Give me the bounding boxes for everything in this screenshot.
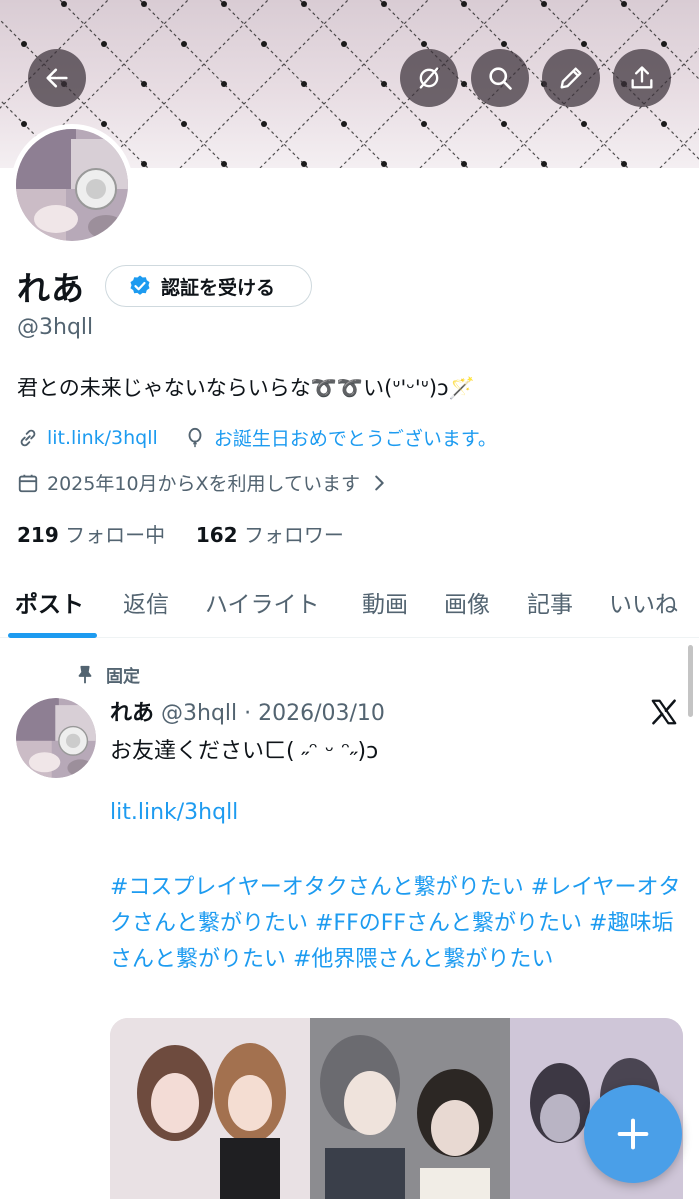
get-verified-button[interactable]: 認証を受ける bbox=[105, 265, 312, 307]
post-hashtags[interactable]: #コスプレイヤーオタクさんと繋がりたい #レイヤーオタクさんと繋がりたい #FF… bbox=[110, 870, 688, 978]
edit-pencil-icon bbox=[560, 67, 582, 89]
profile-bio: 君との未来じゃないならいらな➰➰い(ᐡ'ᵕ'ᐡ)ɔ🪄 bbox=[17, 376, 475, 400]
balloon-icon bbox=[188, 427, 202, 447]
share-upload-icon bbox=[631, 66, 653, 89]
back-arrow-icon bbox=[46, 68, 68, 88]
followers-link[interactable]: 162 フォロワー bbox=[196, 523, 344, 547]
post-avatar[interactable] bbox=[16, 698, 96, 778]
post-header: れあ @3hqll · 2026/03/10 bbox=[110, 695, 385, 727]
active-tab-indicator bbox=[8, 633, 97, 638]
profile-name: れあ bbox=[17, 269, 85, 308]
search-button[interactable] bbox=[471, 49, 529, 107]
pin-icon bbox=[78, 665, 92, 683]
follow-stats: 219 フォロー中 162 フォロワー bbox=[17, 519, 344, 548]
x-logo-icon[interactable] bbox=[648, 697, 680, 727]
chevron-right-icon bbox=[375, 475, 384, 490]
tab-highlights[interactable]: ハイライト bbox=[205, 585, 320, 619]
profile-joined: 2025年10月からXを利用しています bbox=[47, 473, 360, 495]
link-icon bbox=[20, 429, 36, 446]
profile-birthday[interactable]: お誕生日おめでとうございます。 bbox=[214, 424, 497, 451]
edit-profile-button[interactable] bbox=[542, 49, 600, 107]
followers-count: 162 bbox=[195, 523, 238, 547]
post-handle-date: @3hqll · 2026/03/10 bbox=[161, 701, 385, 726]
joined-row[interactable]: 2025年10月からXを利用しています bbox=[17, 469, 398, 496]
following-label: フォロー中 bbox=[65, 523, 166, 547]
grok-icon bbox=[419, 67, 439, 89]
profile-handle: @3hqll bbox=[17, 315, 94, 340]
verified-badge-icon bbox=[130, 275, 150, 295]
profile-link[interactable]: lit.link/3hqll bbox=[47, 427, 158, 449]
tab-posts[interactable]: ポスト bbox=[15, 585, 84, 619]
compose-post-button[interactable] bbox=[584, 1085, 682, 1183]
back-button[interactable] bbox=[28, 49, 86, 107]
post-link[interactable]: lit.link/3hqll bbox=[110, 800, 238, 825]
tab-images[interactable]: 画像 bbox=[444, 585, 490, 619]
grok-button[interactable] bbox=[400, 49, 458, 107]
profile-tabs: ポスト 返信 ハイライト 動画 画像 記事 いいね bbox=[0, 574, 699, 638]
share-button[interactable] bbox=[613, 49, 671, 107]
post-author[interactable]: れあ bbox=[110, 701, 154, 726]
calendar-icon bbox=[18, 474, 38, 492]
get-verified-label: 認証を受ける bbox=[161, 276, 276, 299]
tab-replies[interactable]: 返信 bbox=[123, 585, 169, 619]
profile-avatar[interactable] bbox=[11, 124, 133, 246]
plus-icon bbox=[617, 1118, 649, 1150]
scrollbar[interactable] bbox=[688, 645, 693, 717]
profile-meta-row: lit.link/3hqll お誕生日おめでとうございます。 bbox=[17, 424, 497, 451]
pinned-label: 固定 bbox=[106, 667, 140, 687]
followers-label: フォロワー bbox=[243, 523, 344, 547]
following-link[interactable]: 219 フォロー中 bbox=[17, 523, 165, 547]
search-icon bbox=[489, 67, 512, 90]
following-count: 219 bbox=[17, 523, 59, 547]
tab-articles[interactable]: 記事 bbox=[527, 585, 573, 619]
tab-videos[interactable]: 動画 bbox=[362, 585, 408, 619]
post-text: お友達くださいㄈ( ˶ᵔ ᵕ ᵔ˶)ɔ bbox=[110, 739, 379, 764]
tab-likes[interactable]: いいね bbox=[609, 585, 678, 619]
pinned-indicator: 固定 bbox=[74, 662, 140, 687]
